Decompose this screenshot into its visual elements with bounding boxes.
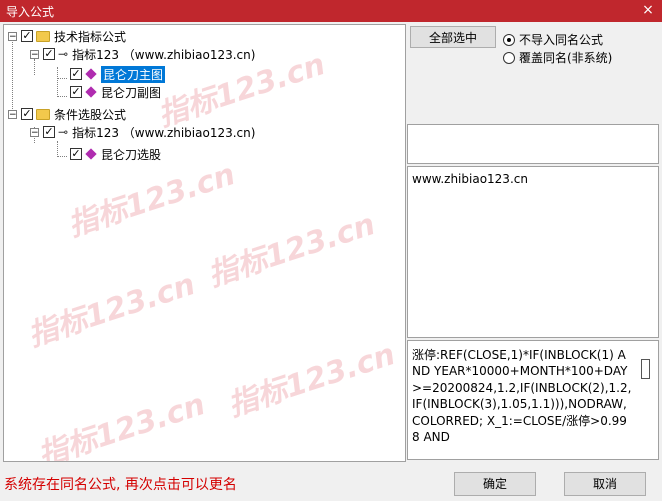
close-icon[interactable]: × (640, 2, 656, 18)
window-title: 导入公式 (6, 5, 55, 19)
checkbox[interactable]: ✓ (70, 68, 82, 80)
checkbox[interactable]: ✓ (43, 126, 55, 138)
tree-node-label: 昆仑刀主图 (101, 65, 166, 83)
radio-icon[interactable] (503, 51, 515, 64)
tree-node-category[interactable]: − ✓ 条件选股公式 (8, 105, 126, 123)
tree-connector (57, 96, 67, 97)
collapse-icon[interactable]: − (30, 127, 39, 137)
radio-overwrite[interactable]: 覆盖同名(非系统) (503, 49, 612, 66)
watermark: 指标123.cn (63, 156, 240, 244)
tree-connector (57, 67, 58, 97)
radio-no-import[interactable]: 不导入同名公式 (503, 31, 603, 48)
cancel-button[interactable]: 取消 (564, 472, 646, 496)
tree-node-label: 指标123 （www.zhibiao123.cn) (72, 125, 256, 140)
watermark: 指标123.cn (33, 386, 210, 462)
formula-icon (85, 148, 97, 160)
tree-node-source[interactable]: − ✓ ⊸ 指标123 （www.zhibiao123.cn) (30, 45, 255, 63)
status-message: 系统存在同名公式, 再次点击可以更名 (4, 477, 237, 493)
watermark: 指标123.cn (203, 206, 380, 294)
tree-node-formula[interactable]: ✓ 昆仑刀选股 (70, 145, 161, 163)
collapse-icon[interactable]: − (30, 49, 39, 59)
checkbox[interactable]: ✓ (43, 48, 55, 60)
tree-connector (57, 141, 58, 157)
scrollbar-thumb[interactable] (641, 359, 650, 379)
ok-button[interactable]: 确定 (454, 472, 536, 496)
tree-node-label: 昆仑刀副图 (101, 85, 162, 100)
tree-node-formula[interactable]: ✓ 昆仑刀副图 (70, 83, 161, 101)
tree-node-formula[interactable]: ✓ 昆仑刀主图 (70, 65, 166, 83)
tree-node-category[interactable]: − ✓ 技术指标公式 (8, 27, 126, 45)
tree-node-label: 技术指标公式 (54, 29, 127, 44)
formula-code-text: 涨停:REF(CLOSE,1)*IF(INBLOCK(1) AND YEAR*1… (412, 348, 632, 445)
collapse-icon[interactable]: − (8, 109, 17, 119)
formula-icon (85, 86, 97, 98)
checkbox[interactable]: ✓ (21, 30, 33, 42)
radio-label: 覆盖同名(非系统) (519, 51, 613, 65)
formula-icon (85, 68, 97, 80)
formula-info-text: www.zhibiao123.cn (412, 172, 528, 186)
checkbox[interactable]: ✓ (70, 148, 82, 160)
tree-connector (57, 156, 67, 157)
title-bar: 导入公式 × (0, 0, 662, 22)
key-icon: ⊸ (58, 125, 69, 139)
separator-panel (407, 124, 659, 164)
radio-selected-icon[interactable] (503, 33, 515, 46)
select-all-button[interactable]: 全部选中 (410, 26, 496, 48)
tree-node-label: 条件选股公式 (54, 107, 127, 122)
formula-tree[interactable]: 指标123.cn 指标123.cn 指标123.cn 指标123.cn 指标12… (3, 24, 406, 462)
tree-node-source[interactable]: − ✓ ⊸ 指标123 （www.zhibiao123.cn) (30, 123, 255, 141)
formula-info-panel: www.zhibiao123.cn (407, 166, 659, 338)
tree-connector (57, 78, 67, 79)
tree-connector (12, 39, 13, 115)
key-icon: ⊸ (58, 47, 69, 61)
tree-node-label: 昆仑刀选股 (101, 147, 162, 162)
folder-icon (36, 30, 50, 42)
radio-label: 不导入同名公式 (519, 33, 604, 47)
watermark: 指标123.cn (223, 336, 400, 424)
checkbox[interactable]: ✓ (21, 108, 33, 120)
checkbox[interactable]: ✓ (70, 86, 82, 98)
tree-node-label: 指标123 （www.zhibiao123.cn) (72, 47, 256, 62)
watermark: 指标123.cn (23, 266, 200, 354)
folder-icon (36, 108, 50, 120)
collapse-icon[interactable]: − (8, 31, 17, 41)
formula-code-panel[interactable]: 涨停:REF(CLOSE,1)*IF(INBLOCK(1) AND YEAR*1… (407, 340, 659, 460)
